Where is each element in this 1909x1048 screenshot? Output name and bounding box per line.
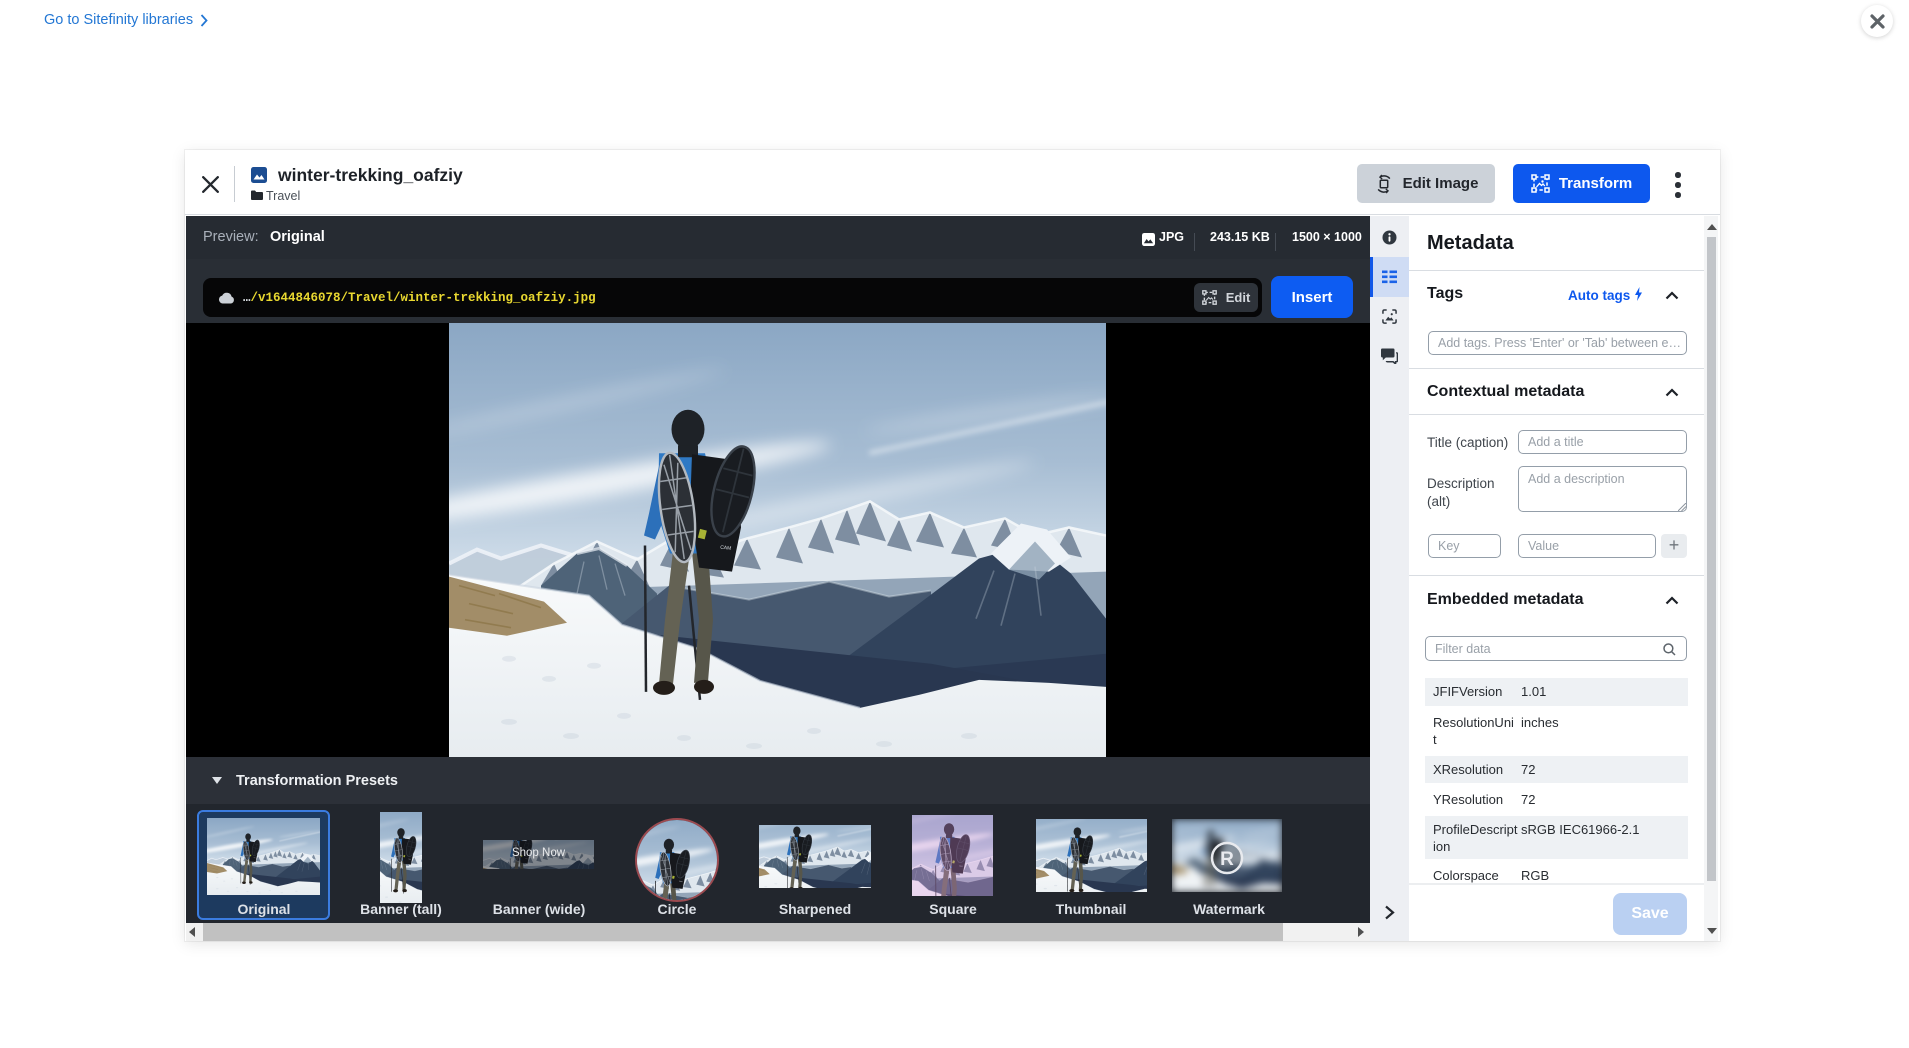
svg-text:R: R: [1220, 849, 1234, 870]
